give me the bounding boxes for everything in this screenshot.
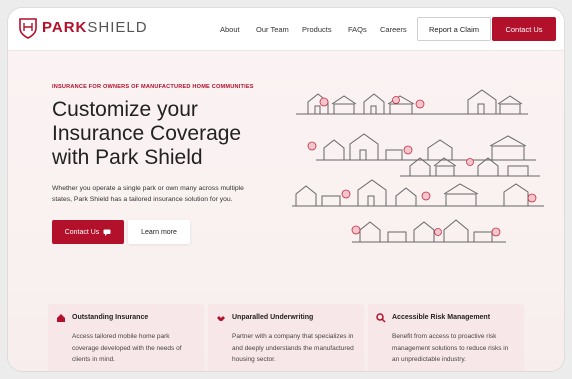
nav-products[interactable]: Products [302, 25, 332, 34]
card-title: Unparalled Underwriting [232, 314, 314, 321]
card-text: Benefit from access to proactive risk ma… [392, 333, 509, 363]
shield-logo-icon[interactable] [18, 17, 38, 39]
card-title: Outstanding Insurance [72, 314, 149, 321]
learn-more-button[interactable]: Learn more [128, 220, 190, 244]
nav-our-team[interactable]: Our Team [256, 25, 289, 34]
card-text: Partner with a company that specializes … [232, 333, 354, 363]
search-icon [376, 313, 386, 323]
feature-card-insurance: Outstanding Insurance Access tailored mo… [48, 304, 204, 371]
card-text: Access tailored mobile home park coverag… [72, 333, 182, 363]
neighborhood-illustration [292, 89, 544, 243]
hero-contact-button[interactable]: Contact Us [52, 220, 124, 244]
hero-subtext: Whether you operate a single park or own… [52, 185, 244, 203]
nav-faqs[interactable]: FAQs [348, 25, 367, 34]
card-title: Accessible Risk Management [392, 314, 491, 321]
browser-frame: PARKSHIELD About Our Team Products FAQs … [8, 8, 564, 371]
nav-careers[interactable]: Careers [380, 25, 407, 34]
hero-contact-label: Contact Us [64, 228, 100, 236]
hero-headline: Customize your Insurance Coverage with P… [52, 98, 242, 169]
nav-about[interactable]: About [220, 25, 240, 34]
home-icon [57, 314, 65, 322]
feature-card-underwriting: Unparalled Underwriting Partner with a c… [208, 304, 364, 371]
header-contact-button[interactable]: Contact Us [492, 17, 556, 41]
brand-logo[interactable]: PARKSHIELD [42, 19, 148, 36]
report-claim-button[interactable]: Report a Claim [417, 17, 491, 41]
chat-icon [103, 229, 111, 236]
handshake-icon [217, 316, 225, 321]
feature-card-risk: Accessible Risk Management Benefit from … [368, 304, 524, 371]
site-header: PARKSHIELD About Our Team Products FAQs … [8, 8, 564, 51]
hero-eyebrow: INSURANCE FOR OWNERS OF MANUFACTURED HOM… [52, 84, 254, 90]
